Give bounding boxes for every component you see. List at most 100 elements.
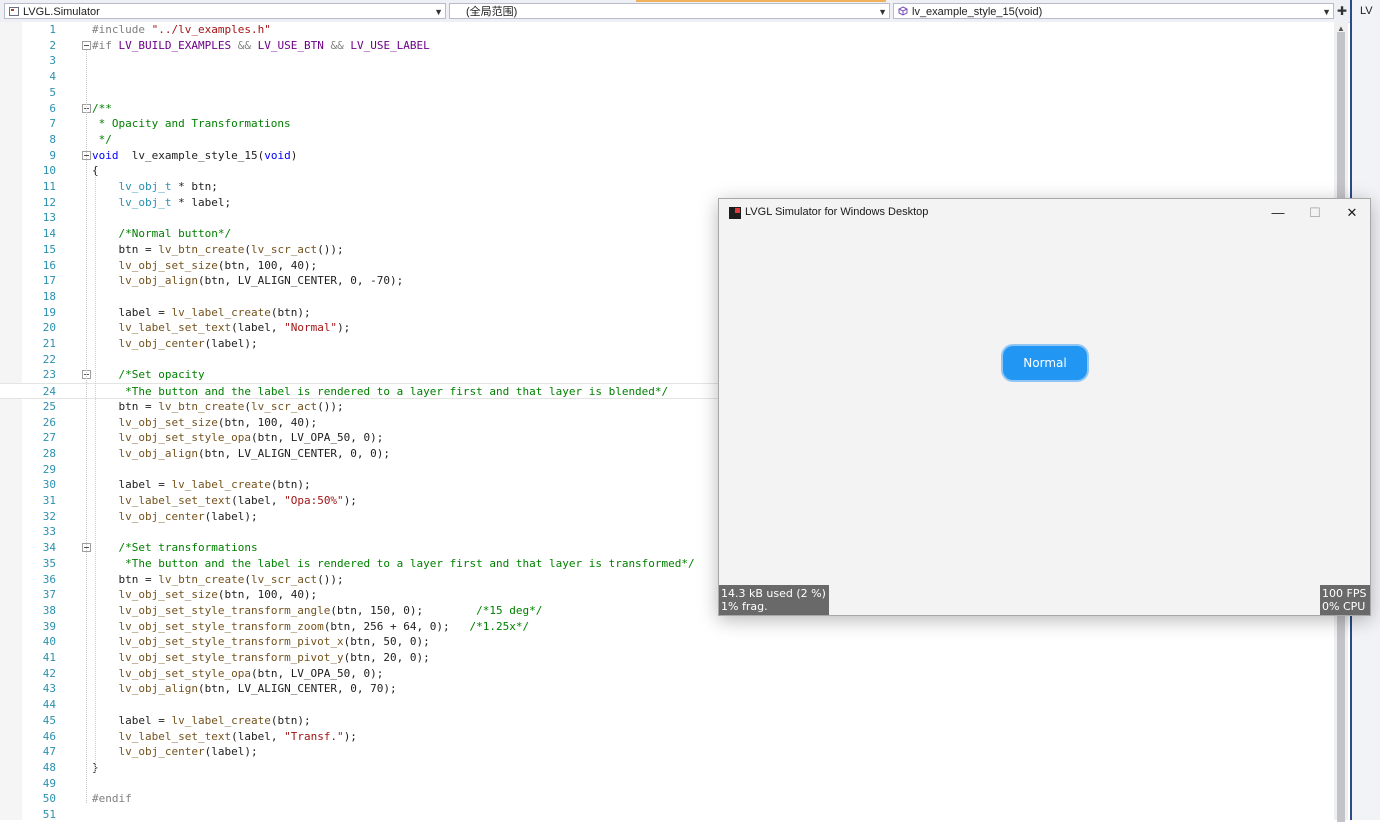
cpu-text: 0% CPU [1322,600,1366,613]
code-token: ) [290,148,298,162]
code-token: (btn, 20, 0); [343,651,430,664]
line-number: 29 [42,462,56,476]
code-token: (label, [231,729,285,743]
code-token: lv_obj_set_style_transform_angle [118,603,331,617]
line-number: 47 [42,745,56,759]
code-line[interactable]: 1 #include "../lv_examples.h" [0,22,1334,38]
code-line[interactable]: 11 lv_obj_t * btn; [0,179,1334,195]
code-line[interactable]: 44 [0,697,1334,713]
code-token: /*Normal button*/ [118,227,232,241]
code-token: lv_obj_set_style_transform_pivot_x [118,635,344,649]
code-text: lv_obj_t * btn; [92,179,218,195]
code-line[interactable]: 2 #if LV_BUILD_EXAMPLES && LV_USE_BTN && … [0,38,1334,54]
member-dropdown-value: lv_example_style_15(void) [912,6,1043,18]
minimize-button[interactable]: — [1262,203,1294,223]
code-line[interactable]: 4 [0,69,1334,85]
line-number: 3 [49,54,56,68]
code-line[interactable]: 45 label = lv_label_create(btn); [0,713,1334,729]
code-line[interactable]: 8 */ [0,132,1334,148]
code-line[interactable]: 43 lv_obj_align(btn, LV_ALIGN_CENTER, 0,… [0,681,1334,697]
code-token: LV_USE_LABEL [350,38,430,52]
cube-icon [898,6,908,16]
line-number: 20 [42,321,56,335]
code-token: (btn); [270,713,311,727]
code-token: #endif [92,792,132,806]
normal-button[interactable]: Normal [1003,346,1087,380]
pin-icon[interactable]: ✚ [1336,3,1348,19]
code-token: ()); [317,242,344,256]
line-number: 22 [42,352,56,366]
line-number: 40 [42,635,56,649]
code-token: && [323,38,351,52]
line-number: 24 [42,385,56,399]
line-number: 30 [42,478,56,492]
code-token: lv_obj_center [118,509,205,523]
fps-text: 100 FPS [1322,587,1367,600]
code-token: lv_obj_t [118,195,172,209]
code-text: lv_obj_set_size(btn, 100, 40); [92,587,318,603]
code-token: lv_scr_act [250,242,318,256]
code-line[interactable]: 46 lv_label_set_text(label, "Transf."); [0,729,1334,745]
code-token: lv_obj_set_style_opa [118,431,251,445]
line-number: 14 [42,227,56,241]
code-token: ); [337,321,351,335]
line-number: 48 [42,760,56,774]
code-line[interactable]: 7 * Opacity and Transformations [0,116,1334,132]
code-line[interactable]: 10{ [0,163,1334,179]
code-line[interactable]: 42 lv_obj_set_style_opa(btn, LV_OPA_50, … [0,666,1334,682]
code-text: label = lv_label_create(btn); [92,305,310,321]
code-token: ( [244,242,251,256]
code-token: (btn, LV_OPA_50, 0); [250,666,384,680]
code-token: lv_btn_create [158,399,245,413]
simulator-canvas[interactable]: Normal 14.3 kB used (2 %) 1% frag. 100 F… [719,227,1370,615]
code-line[interactable]: 50 #endif [0,791,1334,807]
scope-dropdown[interactable]: (全局范围) ▼ [449,3,890,19]
code-token: /*Set transformations [118,541,258,555]
code-text: lv_obj_set_style_transform_pivot_y(btn, … [92,650,430,666]
code-token: lv_label_set_text [118,494,232,507]
line-number: 37 [42,588,56,602]
code-text: lv_obj_set_style_transform_zoom(btn, 256… [92,619,530,635]
line-number: 26 [42,415,56,429]
code-line[interactable]: 47 lv_obj_center(label); [0,744,1334,760]
line-number: 1 [49,23,56,36]
code-line[interactable]: 9 void lv_example_style_15(void) [0,148,1334,164]
simulator-title: LVGL Simulator for Windows Desktop [745,206,929,218]
line-number: 31 [42,494,56,507]
code-text: lv_obj_set_style_opa(btn, LV_OPA_50, 0); [92,430,384,446]
code-token: (label); [204,509,258,523]
code-text: #include "../lv_examples.h" [92,22,271,38]
code-line[interactable]: 41 lv_obj_set_style_transform_pivot_y(bt… [0,650,1334,666]
secondary-project-dropdown[interactable]: LV [1360,3,1380,19]
member-dropdown[interactable]: lv_example_style_15(void) ▼ [893,3,1334,19]
line-number: 28 [42,446,56,460]
code-line[interactable]: 39 lv_obj_set_style_transform_zoom(btn, … [0,619,1334,635]
simulator-titlebar[interactable]: LVGL Simulator for Windows Desktop — ☐ ✕ [719,199,1370,227]
line-number: 6 [49,101,56,115]
code-line[interactable]: 48} [0,760,1334,776]
code-line[interactable]: 40 lv_obj_set_style_transform_pivot_x(bt… [0,634,1334,650]
code-text: lv_obj_center(label); [92,509,258,525]
chevron-down-icon: ▼ [434,7,443,17]
code-token: #if [92,38,119,52]
code-text: label = lv_label_create(btn); [92,713,311,729]
code-line[interactable]: 6 /** [0,101,1334,117]
fold-toggle-icon[interactable] [82,40,91,50]
code-token: (btn, 50, 0); [343,635,430,649]
code-token: /*15 deg*/ [476,603,543,617]
fold-guide [95,175,97,772]
close-button[interactable]: ✕ [1336,203,1368,223]
code-token: lv_obj_t [118,180,172,193]
code-line[interactable]: 5 [0,85,1334,101]
code-text: label = lv_label_create(btn); [92,477,310,493]
maximize-button[interactable]: ☐ [1299,203,1331,223]
code-line[interactable]: 51 [0,807,1334,820]
performance-monitor: 100 FPS 0% CPU [1320,585,1370,615]
code-line[interactable]: 49 [0,776,1334,792]
project-dropdown[interactable]: LVGL.Simulator ▼ [4,3,446,19]
simulator-window: LVGL Simulator for Windows Desktop — ☐ ✕… [718,198,1371,616]
code-token: ); [343,729,357,743]
code-line[interactable]: 3 [0,53,1334,69]
line-number: 38 [42,603,56,617]
code-token: "Opa:50%" [284,494,344,507]
